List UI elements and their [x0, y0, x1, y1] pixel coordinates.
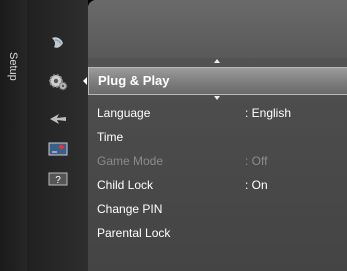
support-help-icon[interactable]: ?: [47, 168, 69, 190]
menu-item-time[interactable]: Time: [97, 130, 123, 144]
menu-item-game-mode: Game Mode: [97, 154, 164, 168]
category-tab: Setup: [0, 0, 28, 271]
support-icon-glyph: ?: [55, 175, 61, 186]
scroll-down-arrow-icon: [214, 96, 220, 100]
menu-item-child-lock[interactable]: Child Lock: [97, 178, 153, 192]
setup-gear-icon[interactable]: [47, 70, 69, 92]
menu-item-plug-and-play[interactable]: Plug & Play: [88, 67, 347, 95]
picture-icon[interactable]: [47, 32, 69, 54]
menu-item-label: Plug & Play: [98, 73, 170, 88]
application-icon[interactable]: [47, 138, 69, 160]
scroll-up-arrow-icon: [214, 59, 220, 63]
tv-setup-menu: Setup ? Plug & Play Language: English T…: [0, 0, 347, 271]
category-icon-column: ?: [27, 0, 88, 271]
language-value: : English: [245, 106, 292, 120]
game-mode-value: : Off: [245, 154, 268, 168]
menu-item-change-pin[interactable]: Change PIN: [97, 202, 162, 216]
menu-item-language[interactable]: Language: [97, 106, 150, 120]
menu-panel-header: [88, 0, 347, 58]
selection-pointer-icon: [83, 77, 87, 85]
input-icon[interactable]: [47, 108, 69, 130]
menu-item-parental-lock[interactable]: Parental Lock: [97, 226, 170, 240]
child-lock-value: : On: [245, 178, 268, 192]
category-label: Setup: [7, 52, 19, 81]
